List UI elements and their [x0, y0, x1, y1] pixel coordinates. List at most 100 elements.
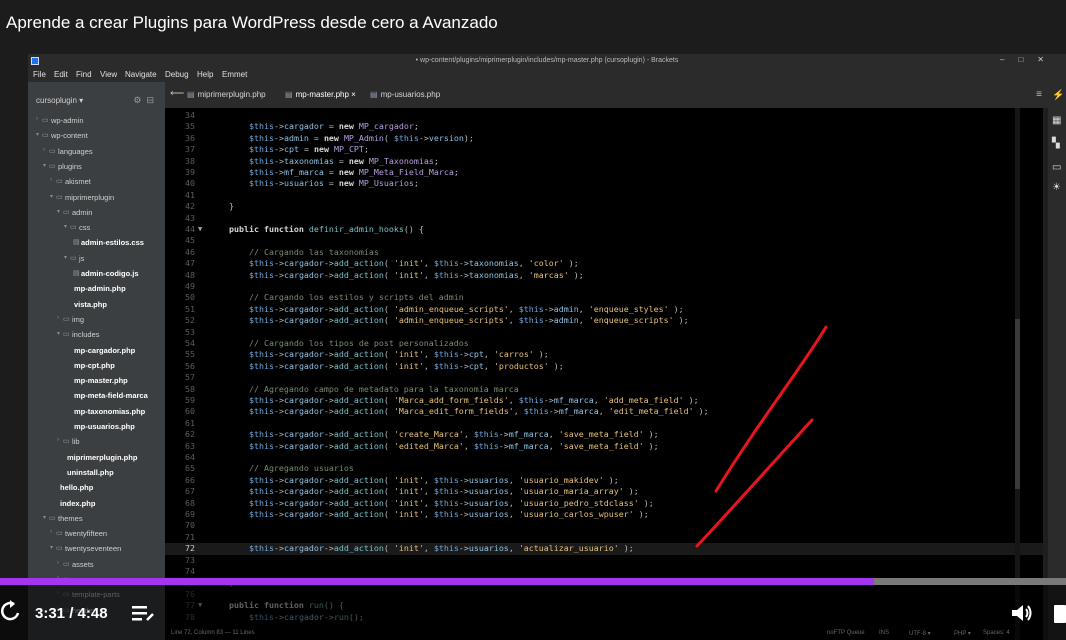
tree-folder[interactable]: › ▭ akismet [28, 175, 165, 190]
code-line[interactable]: 50 // Cargando los estilos y scripts del… [165, 292, 1043, 303]
tree-file[interactable]: vista.php [28, 298, 165, 313]
chevron-right-icon[interactable]: › [36, 116, 38, 122]
code-line[interactable]: 71 [165, 532, 1043, 543]
code-line[interactable]: 73 [165, 555, 1043, 566]
tree-file[interactable]: uninstall.php [28, 466, 165, 481]
code-line[interactable]: 46 // Cargando las taxonomías [165, 247, 1043, 258]
chevron-down-icon[interactable]: ▾ [36, 131, 39, 138]
volume-icon[interactable] [1010, 602, 1034, 624]
code-line-current[interactable]: 72 $this->cargador->add_action( 'init', … [165, 543, 1043, 555]
code-line[interactable]: 65 // Agregando usuarios [165, 463, 1043, 474]
transcript-icon[interactable] [131, 603, 157, 625]
tree-file[interactable]: miprimerplugin.php [28, 451, 165, 466]
menu-debug[interactable]: Debug [165, 70, 189, 79]
tab-mp-master[interactable]: ▤ mp-master.php × [285, 90, 356, 104]
tree-folder[interactable]: › ▭ twentyfifteen [28, 527, 165, 542]
code-line[interactable]: 62 $this->cargador->add_action( 'create_… [165, 429, 1043, 440]
code-line[interactable]: 70 [165, 520, 1043, 531]
code-line[interactable]: 67 $this->cargador->add_action( 'init', … [165, 486, 1043, 497]
tree-file[interactable]: mp-master.php [28, 374, 165, 389]
tree-folder[interactable]: › ▭ lib [28, 435, 165, 450]
code-line[interactable]: 35 $this->cargador = new MP_cargador; [165, 121, 1043, 132]
code-line[interactable]: 42 } [165, 201, 1043, 212]
menu-file[interactable]: File [33, 70, 46, 79]
chevron-down-icon[interactable]: ▾ [64, 223, 67, 230]
chevron-down-icon[interactable]: ▾ [43, 514, 46, 521]
chevron-down-icon[interactable]: ▾ [64, 254, 67, 261]
tree-file[interactable]: mp-usuarios.php [28, 420, 165, 435]
chevron-right-icon[interactable]: › [57, 315, 59, 321]
settings-gear-icon[interactable]: ⚙ [133, 95, 146, 105]
menu-emmet[interactable]: Emmet [222, 70, 247, 79]
chevron-down-icon[interactable]: ▾ [50, 544, 53, 551]
tab-miprimerplugin[interactable]: ▤ miprimerplugin.php [187, 90, 266, 104]
code-line[interactable]: 74 [165, 566, 1043, 577]
tree-folder[interactable]: › ▭ img [28, 313, 165, 328]
tree-file[interactable]: mp-meta-field-marca [28, 389, 165, 404]
code-line[interactable]: 54 // Cargando los tipos de post persona… [165, 338, 1043, 349]
code-line[interactable]: 34 [165, 110, 1043, 121]
code-line[interactable]: 52 $this->cargador->add_action( 'admin_e… [165, 315, 1043, 326]
tree-file[interactable]: ▤ admin-codigo.js [28, 267, 165, 282]
extension-manager-icon[interactable]: ▦ [1052, 115, 1063, 126]
window-controls[interactable]: –□✕ [1000, 55, 1058, 64]
code-line[interactable]: 66 $this->cargador->add_action( 'init', … [165, 475, 1043, 486]
close-icon[interactable]: ✕ [1037, 55, 1058, 64]
code-line[interactable]: 59 $this->cargador->add_action( 'Marca_a… [165, 395, 1043, 406]
tree-folder[interactable]: ▾ ▭ themes [28, 512, 165, 527]
code-line[interactable]: 44 ▼ public function definir_admin_hooks(… [165, 224, 1043, 235]
code-line[interactable]: 36 $this->admin = new MP_Admin( $this->v… [165, 133, 1043, 144]
code-line[interactable]: 51 $this->cargador->add_action( 'admin_e… [165, 304, 1043, 315]
tree-folder[interactable]: › ▭ wp-admin [28, 114, 165, 129]
code-line[interactable]: 41 [165, 190, 1043, 201]
tree-file[interactable]: index.php [28, 497, 165, 512]
code-line[interactable]: 49 [165, 281, 1043, 292]
menu-navigate[interactable]: Navigate [125, 70, 157, 79]
pattern-icon[interactable]: ▚ [1052, 138, 1063, 149]
code-line[interactable]: 38 $this->taxonomias = new MP_Taxonomias… [165, 156, 1043, 167]
status-language[interactable]: PHP ▾ [954, 630, 971, 637]
chevron-right-icon[interactable]: › [50, 529, 52, 535]
minimize-icon[interactable]: – [1000, 55, 1018, 64]
code-line[interactable]: 63 $this->cargador->add_action( 'edited_… [165, 441, 1043, 452]
tree-file[interactable]: mp-taxonomias.php [28, 405, 165, 420]
captions-icon[interactable] [1052, 602, 1066, 626]
split-view-icon[interactable]: ⊟ [146, 95, 159, 105]
maximize-icon[interactable]: □ [1018, 55, 1037, 64]
folder-icon[interactable]: ▭ [1052, 162, 1063, 173]
working-files-menu-icon[interactable]: ≡ [1036, 89, 1042, 100]
code-line[interactable]: 43 [165, 213, 1043, 224]
chevron-down-icon[interactable]: ▾ [43, 162, 46, 169]
code-editor[interactable]: 34 35 $this->cargador = new MP_cargador; 3… [165, 108, 1043, 640]
tree-folder[interactable]: ▾ ▭ admin [28, 206, 165, 221]
code-line[interactable]: 39 $this->mf_marca = new MP_Meta_Field_M… [165, 167, 1043, 178]
code-line[interactable]: 53 [165, 327, 1043, 338]
tree-folder[interactable]: ▾ ▭ miprimerplugin [28, 191, 165, 206]
tree-folder[interactable]: ▾ ▭ js [28, 252, 165, 267]
tree-folder[interactable]: ▾ ▭ twentyseventeen [28, 542, 165, 557]
menu-help[interactable]: Help [197, 70, 213, 79]
code-line[interactable]: 55 $this->cargador->add_action( 'init', … [165, 349, 1043, 360]
tree-file[interactable]: mp-cpt.php [28, 359, 165, 374]
chevron-right-icon[interactable]: › [57, 437, 59, 443]
lightbulb-icon[interactable]: ☀ [1052, 182, 1063, 193]
menu-find[interactable]: Find [76, 70, 92, 79]
tree-folder[interactable]: ▾ ▭ plugins [28, 160, 165, 175]
status-spaces[interactable]: Spaces: 4 [983, 630, 1010, 636]
chevron-down-icon[interactable]: ▾ [50, 193, 53, 200]
code-line[interactable]: 68 $this->cargador->add_action( 'init', … [165, 498, 1043, 509]
fold-marker-icon[interactable]: ▼ [198, 224, 202, 235]
chevron-down-icon[interactable]: ▾ [57, 330, 60, 337]
chevron-right-icon[interactable]: › [57, 560, 59, 566]
code-line[interactable]: 61 [165, 418, 1043, 429]
tab-mp-usuarios[interactable]: ▤ mp-usuarios.php [370, 90, 440, 104]
code-line[interactable]: 64 [165, 452, 1043, 463]
tree-folder[interactable]: ▾ ▭ wp-content [28, 129, 165, 144]
code-line[interactable]: 57 [165, 372, 1043, 383]
code-line[interactable]: 69 $this->cargador->add_action( 'init', … [165, 509, 1043, 520]
tab-close-icon[interactable]: × [351, 90, 356, 99]
tree-file[interactable]: mp-admin.php [28, 282, 165, 297]
tree-file[interactable]: mp-cargador.php [28, 344, 165, 359]
code-line[interactable]: 37 $this->cpt = new MP_CPT; [165, 144, 1043, 155]
tree-file[interactable]: hello.php [28, 481, 165, 496]
